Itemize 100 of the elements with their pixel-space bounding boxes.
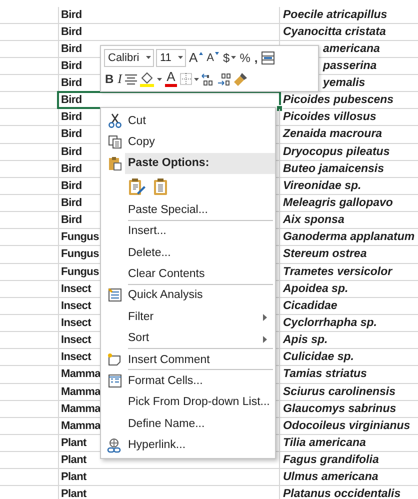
cell-text: Bird <box>61 128 82 140</box>
decrease-decimal-icon <box>217 72 232 86</box>
menu-item[interactable]: Insert Comment <box>101 348 275 370</box>
cell-text: Zenaida macroura <box>283 128 382 140</box>
paintbrush-icon <box>233 72 248 87</box>
paste-formatting-icon[interactable] <box>128 178 146 196</box>
caret-icon <box>146 56 151 60</box>
cell-text: Cyclorrhapha sp. <box>283 317 377 330</box>
borders-icon <box>180 73 192 86</box>
cell-text: Tilia americana <box>283 437 366 450</box>
menu-item[interactable]: Cut <box>101 110 275 132</box>
cell-text: passerina <box>323 60 377 72</box>
comma-button[interactable]: , <box>253 48 259 67</box>
align-center-icon <box>125 74 138 85</box>
cell-text: Plant <box>61 454 86 466</box>
scissors-icon <box>108 113 122 128</box>
caret-icon <box>194 78 200 81</box>
grow-font-button[interactable]: A <box>188 48 204 67</box>
cell-text: Apis sp. <box>283 334 328 346</box>
clipboard-icon <box>108 156 122 171</box>
cell-text: Stereum ostrea <box>283 248 367 260</box>
cell-text: Insect <box>61 334 91 346</box>
cell-text: Trametes versicolor <box>283 266 392 278</box>
cell-text: americana <box>323 42 380 55</box>
menu-item[interactable]: Paste Special... <box>101 199 275 221</box>
cell-text: Glaucomys sabrinus <box>283 402 396 415</box>
globe-link-icon <box>107 438 122 453</box>
cell-text: Meleagris gallopavo <box>283 197 393 210</box>
cell-text: Dryocopus pileatus <box>283 146 390 158</box>
cell-text: Vireonidae sp. <box>283 180 362 192</box>
menu-item[interactable]: Sort <box>101 328 275 349</box>
chart-table-icon <box>108 288 122 302</box>
cell-text: Bird <box>61 111 82 124</box>
cell-text: Bird <box>61 60 82 72</box>
cell-text: Cyanocitta cristata <box>283 26 386 38</box>
italic-button[interactable]: I <box>116 70 124 88</box>
cell-text: Fagus grandifolia <box>283 454 379 466</box>
cell-text: Plant <box>61 437 86 450</box>
cell-text: Plant <box>61 471 86 484</box>
menu-item[interactable]: Clear Contents <box>101 263 275 285</box>
cell-text: Bird <box>61 77 82 90</box>
cell-text: Apoidea sp. <box>283 282 348 295</box>
copy-icon <box>108 135 122 150</box>
cell-text: Bird <box>61 42 82 55</box>
table-icon <box>260 50 275 65</box>
cell-text: Bird <box>61 94 82 106</box>
menu-item[interactable]: Insert... <box>101 220 275 242</box>
menu-item[interactable]: Format Cells... <box>101 370 275 392</box>
cell-text: Bird <box>61 214 82 226</box>
cell-text: Cicadidae <box>283 300 338 312</box>
cell-text: Fungus <box>61 248 99 260</box>
grid-icon <box>108 374 122 388</box>
shrink-font-button[interactable]: A <box>206 48 220 67</box>
cell-text: Bird <box>61 146 82 158</box>
menu-item[interactable]: Delete... <box>101 242 275 264</box>
fill-handle[interactable] <box>276 105 283 112</box>
note-icon <box>107 353 122 366</box>
cell-text: Culicidae sp. <box>283 351 354 364</box>
font-color-button[interactable]: A <box>164 70 178 88</box>
clipboard-icon[interactable] <box>153 178 168 196</box>
cell-text: Mamma <box>61 368 100 380</box>
menu-item[interactable]: Filter <box>101 306 275 328</box>
menu-item[interactable]: Hyperlink... <box>101 434 275 456</box>
cell-text: Ganoderma applanatum <box>283 231 415 244</box>
cell-text: Picoides villosus <box>283 111 376 124</box>
cell-text: Fungus <box>61 266 99 278</box>
cell-text: Odocoileus virginianus <box>283 420 410 432</box>
menu-item[interactable]: Quick Analysis <box>101 284 275 306</box>
cell-text: Sciurus carolinensis <box>283 386 396 398</box>
cell-text: Ulmus americana <box>283 471 378 484</box>
percent-button[interactable]: % <box>238 48 252 67</box>
cell-text: Mamma <box>61 402 100 415</box>
cell-text: Bird <box>61 180 82 192</box>
cell-text: Poecile atricapillus <box>283 8 388 20</box>
menu-item[interactable]: Define Name... <box>101 413 275 434</box>
caret-icon <box>230 56 236 60</box>
cell-text: Insect <box>61 317 91 330</box>
cell-text: Tamias striatus <box>283 368 367 380</box>
cell-text: Insect <box>61 351 91 364</box>
fill-color-icon[interactable] <box>139 71 156 88</box>
font-size-dropdown[interactable]: 11 <box>156 48 186 67</box>
cell-text: yemalis <box>323 77 366 90</box>
cell-text: Buteo jamaicensis <box>283 162 384 175</box>
submenu-arrow-icon <box>263 314 267 322</box>
cell-text: Plant <box>61 488 86 499</box>
cell-text: Platanus occidentalis <box>283 488 401 499</box>
menu-item[interactable]: Pick From Drop-down List... <box>101 392 275 414</box>
cell-text: Bird <box>61 162 82 175</box>
caret-down-icon <box>215 52 220 55</box>
currency-button[interactable]: $ <box>222 48 237 67</box>
cell-text: Mamma <box>61 386 100 398</box>
font-dropdown[interactable]: Calibri <box>104 48 154 67</box>
cell-text: Bird <box>61 197 82 210</box>
cell-text: Picoides pubescens <box>283 94 394 106</box>
cell-text: Bird <box>61 8 82 20</box>
caret-up-icon <box>198 52 203 55</box>
caret-icon <box>157 78 162 81</box>
menu-item[interactable]: Copy <box>101 131 275 153</box>
bold-button[interactable]: B <box>104 70 115 88</box>
cell-text: Aix sponsa <box>283 214 344 226</box>
